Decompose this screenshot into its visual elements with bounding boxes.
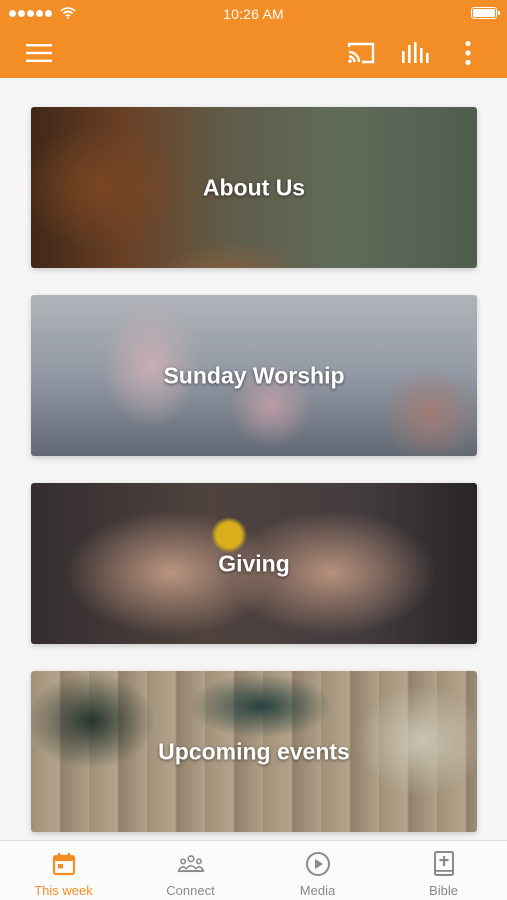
tab-label: This week	[34, 883, 93, 898]
card-title: Giving	[218, 550, 290, 576]
app-bar	[0, 28, 507, 78]
tab-this-week[interactable]: This week	[0, 841, 127, 900]
more-vert-icon	[465, 40, 471, 66]
card-giving[interactable]: Giving	[31, 483, 477, 644]
audio-button[interactable]	[396, 34, 434, 72]
people-icon	[177, 850, 205, 878]
tab-label: Bible	[429, 883, 458, 898]
bottom-navigation: This week Connect Media Bible	[0, 840, 507, 900]
tab-bible[interactable]: Bible	[380, 841, 507, 900]
tab-label: Connect	[166, 883, 215, 898]
card-sunday-worship[interactable]: Sunday Worship	[31, 295, 477, 456]
card-title: Upcoming events	[158, 738, 350, 764]
cast-icon	[347, 42, 375, 64]
top-bar: 10:26 AM	[0, 0, 507, 78]
more-options-button[interactable]	[449, 34, 487, 72]
status-bar: 10:26 AM	[0, 0, 507, 28]
card-list: About Us Sunday Worship Giving Upcoming …	[0, 78, 507, 840]
card-title: About Us	[202, 174, 306, 200]
card-about-us[interactable]: About Us	[31, 107, 477, 268]
battery-icon	[471, 7, 500, 19]
bible-icon	[430, 850, 458, 878]
app-screen: 10:26 AM About Us Sunday Worship Giving …	[0, 0, 507, 900]
hamburger-menu-icon	[26, 44, 52, 62]
card-upcoming-events[interactable]: Upcoming events	[31, 671, 477, 832]
tab-media[interactable]: Media	[254, 841, 381, 900]
tab-connect[interactable]: Connect	[127, 841, 254, 900]
tab-label: Media	[299, 883, 336, 898]
cast-button[interactable]	[342, 34, 380, 72]
play-circle-icon	[304, 850, 332, 878]
card-title: Sunday Worship	[163, 362, 345, 388]
menu-button[interactable]	[20, 34, 58, 72]
status-time: 10:26 AM	[223, 6, 284, 22]
calendar-icon	[50, 850, 78, 878]
audio-bars-icon	[402, 42, 429, 63]
